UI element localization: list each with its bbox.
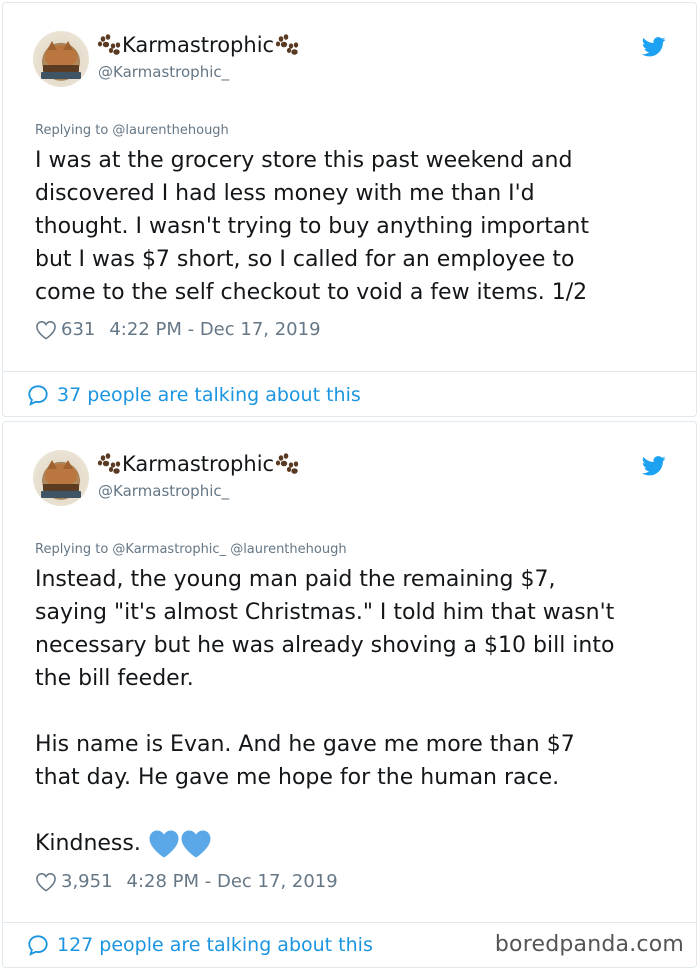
heart-outline-icon[interactable] xyxy=(35,320,57,340)
tweet-text: I was at the grocery store this past wee… xyxy=(35,148,589,305)
speech-bubble-icon xyxy=(27,384,49,406)
tweet-card: Karmastrophic @Karmastrophic_ Replying t… xyxy=(2,421,697,968)
paw-prints-icon xyxy=(97,453,121,475)
replying-to[interactable]: Replying to @laurenthehough xyxy=(35,123,229,138)
divider xyxy=(3,371,696,372)
tweet-text-closing: Kindness. xyxy=(35,831,141,856)
timestamp[interactable]: 4:28 PM - Dec 17, 2019 xyxy=(127,871,338,892)
display-name-row[interactable]: Karmastrophic xyxy=(97,452,299,476)
paw-prints-icon xyxy=(275,34,299,56)
display-name[interactable]: Karmastrophic xyxy=(122,452,274,476)
heart-outline-icon[interactable] xyxy=(35,872,57,892)
replying-to[interactable]: Replying to @Karmastrophic_ @laurentheho… xyxy=(35,542,347,557)
divider xyxy=(3,922,696,923)
watermark: boredpanda.com xyxy=(494,932,684,957)
speech-bubble-icon xyxy=(27,934,49,956)
like-count: 3,951 xyxy=(61,871,113,892)
display-name-row[interactable]: Karmastrophic xyxy=(97,33,299,57)
blue-heart-emoji-icon xyxy=(147,829,181,859)
blue-heart-emoji-icon xyxy=(179,829,213,859)
conversation-link-label[interactable]: 127 people are talking about this xyxy=(57,934,373,956)
tweet-meta: 3,951 4:28 PM - Dec 17, 2019 xyxy=(35,871,338,892)
avatar[interactable] xyxy=(33,31,89,87)
conversation-link[interactable]: 37 people are talking about this xyxy=(27,384,361,406)
like-count: 631 xyxy=(61,319,96,340)
tweet-text-block: Instead, the young man paid the remainin… xyxy=(35,563,675,860)
display-name[interactable]: Karmastrophic xyxy=(122,33,274,57)
conversation-link[interactable]: 127 people are talking about this xyxy=(27,934,373,956)
user-handle[interactable]: @Karmastrophic_ xyxy=(98,482,229,500)
paw-prints-icon xyxy=(275,453,299,475)
user-handle[interactable]: @Karmastrophic_ xyxy=(98,63,229,81)
tweet-meta: 631 4:22 PM - Dec 17, 2019 xyxy=(35,319,321,340)
tweet-text: Instead, the young man paid the remainin… xyxy=(35,567,615,790)
conversation-link-label[interactable]: 37 people are talking about this xyxy=(57,384,361,406)
twitter-bird-icon[interactable] xyxy=(642,37,666,57)
tweet-card: Karmastrophic @Karmastrophic_ Replying t… xyxy=(2,2,697,417)
timestamp[interactable]: 4:22 PM - Dec 17, 2019 xyxy=(109,319,320,340)
avatar[interactable] xyxy=(33,450,89,506)
twitter-bird-icon[interactable] xyxy=(642,456,666,476)
blue-hearts-emoji xyxy=(147,829,211,859)
paw-prints-icon xyxy=(97,34,121,56)
